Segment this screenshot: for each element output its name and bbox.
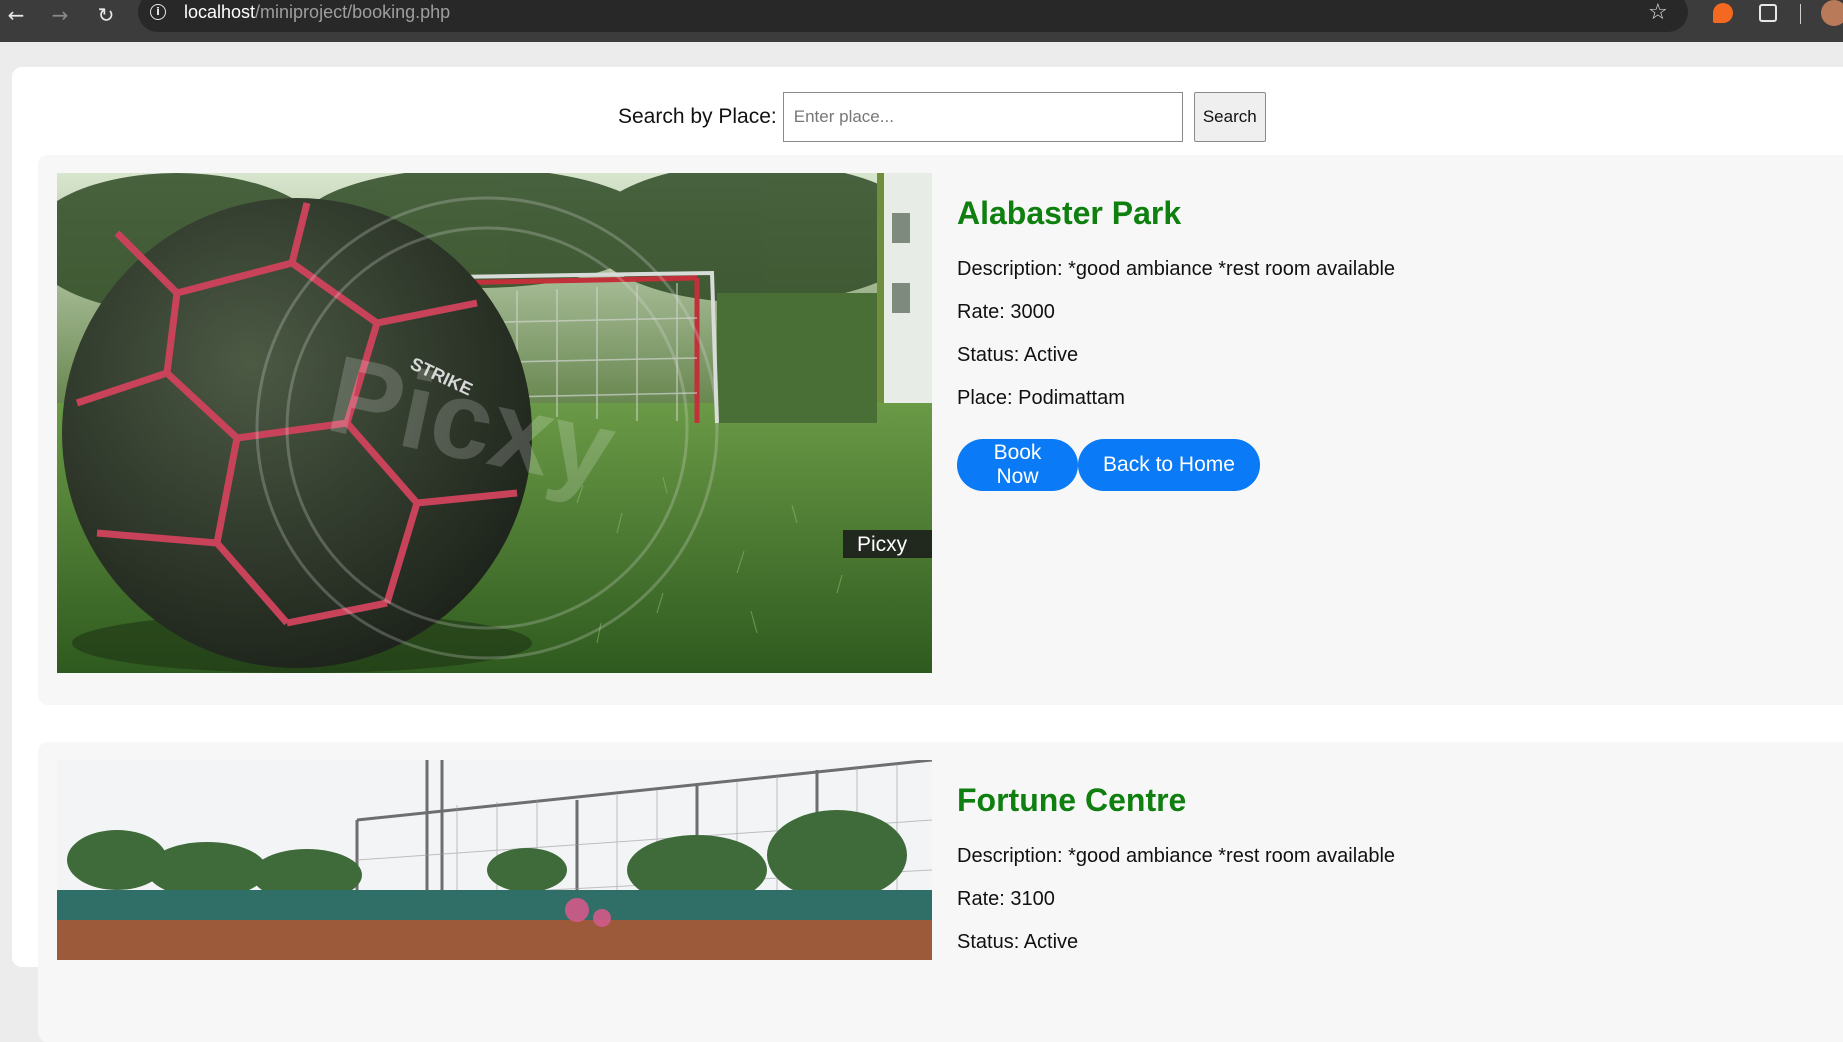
book-now-button[interactable]: Book Now: [957, 439, 1078, 491]
forward-icon[interactable]: →: [48, 3, 72, 27]
address-bar[interactable]: i localhost/miniproject/booking.php: [138, 0, 1688, 32]
football-turf-photo: STRIKE Picxy Picxy: [57, 173, 932, 673]
bookmark-star-icon[interactable]: ☆: [1648, 0, 1668, 25]
back-to-home-button[interactable]: Back to Home: [1078, 439, 1260, 491]
back-icon[interactable]: ←: [4, 3, 28, 27]
toolbar-divider: [1800, 4, 1801, 24]
browser-toolbar: ← → ↻ i localhost/miniproject/booking.ph…: [0, 0, 1843, 42]
venue-rate: Rate: 3000: [957, 301, 1055, 323]
venue-card: Fortune Centre Description: *good ambian…: [38, 742, 1843, 1042]
venue-rate: Rate: 3100: [957, 888, 1055, 910]
photo-watermark: Picxy: [857, 533, 908, 556]
venue-photo: [57, 760, 932, 960]
venue-description: Description: *good ambiance *rest room a…: [957, 258, 1396, 280]
venue-card: STRIKE Picxy Picxy Alabaster Park Descri…: [38, 155, 1843, 705]
url-text[interactable]: localhost/miniproject/booking.php: [184, 2, 450, 23]
venue-status: Status: Active: [957, 931, 1079, 953]
venue-name: Alabaster Park: [957, 195, 1182, 231]
search-bar: Search by Place: Search: [618, 92, 1266, 142]
venue-actions: Book Now Back to Home: [957, 439, 1260, 491]
search-label: Search by Place:: [618, 105, 777, 128]
search-button[interactable]: Search: [1193, 92, 1266, 142]
profile-avatar[interactable]: [1821, 0, 1843, 26]
turf-ground-photo: [57, 760, 932, 960]
extension-icon[interactable]: [1713, 3, 1733, 23]
venue-description: Description: *good ambiance *rest room a…: [957, 845, 1396, 867]
reload-icon[interactable]: ↻: [94, 3, 118, 27]
venue-status: Status: Active: [957, 344, 1079, 366]
search-input[interactable]: [782, 92, 1183, 142]
venue-name: Fortune Centre: [957, 782, 1187, 818]
venue-photo: STRIKE Picxy Picxy: [57, 173, 932, 673]
extensions-puzzle-icon[interactable]: [1759, 4, 1777, 22]
site-info-icon[interactable]: i: [150, 4, 166, 20]
venue-place: Place: Podimattam: [957, 387, 1125, 409]
